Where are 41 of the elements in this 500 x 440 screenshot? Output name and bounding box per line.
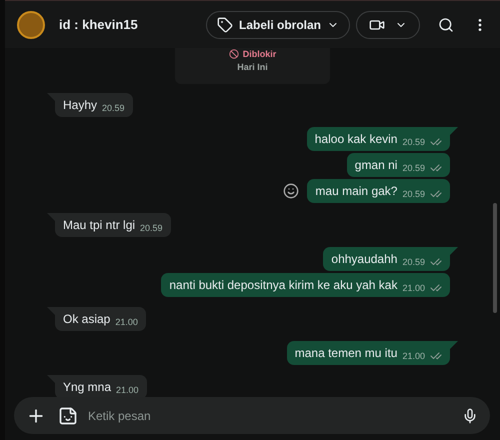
message-time: 21.00: [116, 386, 139, 395]
double-check-icon: [430, 188, 442, 200]
search-icon[interactable]: [438, 16, 454, 32]
message-composer[interactable]: Ketik pesan: [14, 397, 490, 434]
message-time: 20.59: [102, 104, 125, 113]
contact-name[interactable]: id : khevin15: [59, 14, 138, 34]
avatar[interactable]: [17, 10, 45, 38]
scrollbar[interactable]: [493, 203, 497, 313]
blocked-status: Diblokir: [228, 49, 276, 59]
message-time: 20.59: [402, 138, 425, 147]
message-time: 21.00: [402, 284, 425, 293]
message-text: Hayhy: [63, 99, 98, 111]
date-label: Hari Ini: [237, 63, 268, 72]
message-time: 20.59: [402, 164, 425, 173]
label-chat-button[interactable]: Labeli obrolan: [206, 10, 350, 38]
message-time: 21.00: [115, 318, 138, 327]
blocked-icon: [228, 49, 239, 59]
double-check-icon: [430, 282, 442, 294]
message-text: gman ni: [354, 159, 398, 171]
message-text: Mau tpi ntr lgi: [63, 219, 136, 231]
video-call-button[interactable]: [356, 10, 420, 38]
emoji-reaction-icon[interactable]: [283, 183, 300, 199]
message-text: Ok asiap: [63, 313, 110, 325]
double-check-icon: [430, 136, 442, 148]
double-check-icon: [430, 162, 442, 174]
tag-icon: [216, 16, 233, 32]
message-text: nanti bukti depositnya kirim ke aku yah kak: [169, 279, 398, 291]
sticker-icon[interactable]: [58, 406, 78, 426]
message-input[interactable]: Ketik pesan: [88, 406, 462, 424]
microphone-icon[interactable]: [462, 408, 478, 424]
double-check-icon: [430, 350, 442, 362]
message-text: Yng mna: [63, 381, 112, 393]
message-time: 20.59: [140, 224, 163, 233]
message-time: 20.59: [402, 190, 425, 199]
message-time: 20.59: [402, 258, 425, 267]
message-text: haloo kak kevin: [314, 133, 398, 145]
message-text: mau main gak?: [315, 185, 398, 197]
double-check-icon: [430, 256, 442, 268]
message-text: mana temen mu itu: [294, 347, 398, 359]
message-time: 21.00: [402, 352, 425, 361]
message-text: ohhyaudahh: [331, 253, 398, 265]
